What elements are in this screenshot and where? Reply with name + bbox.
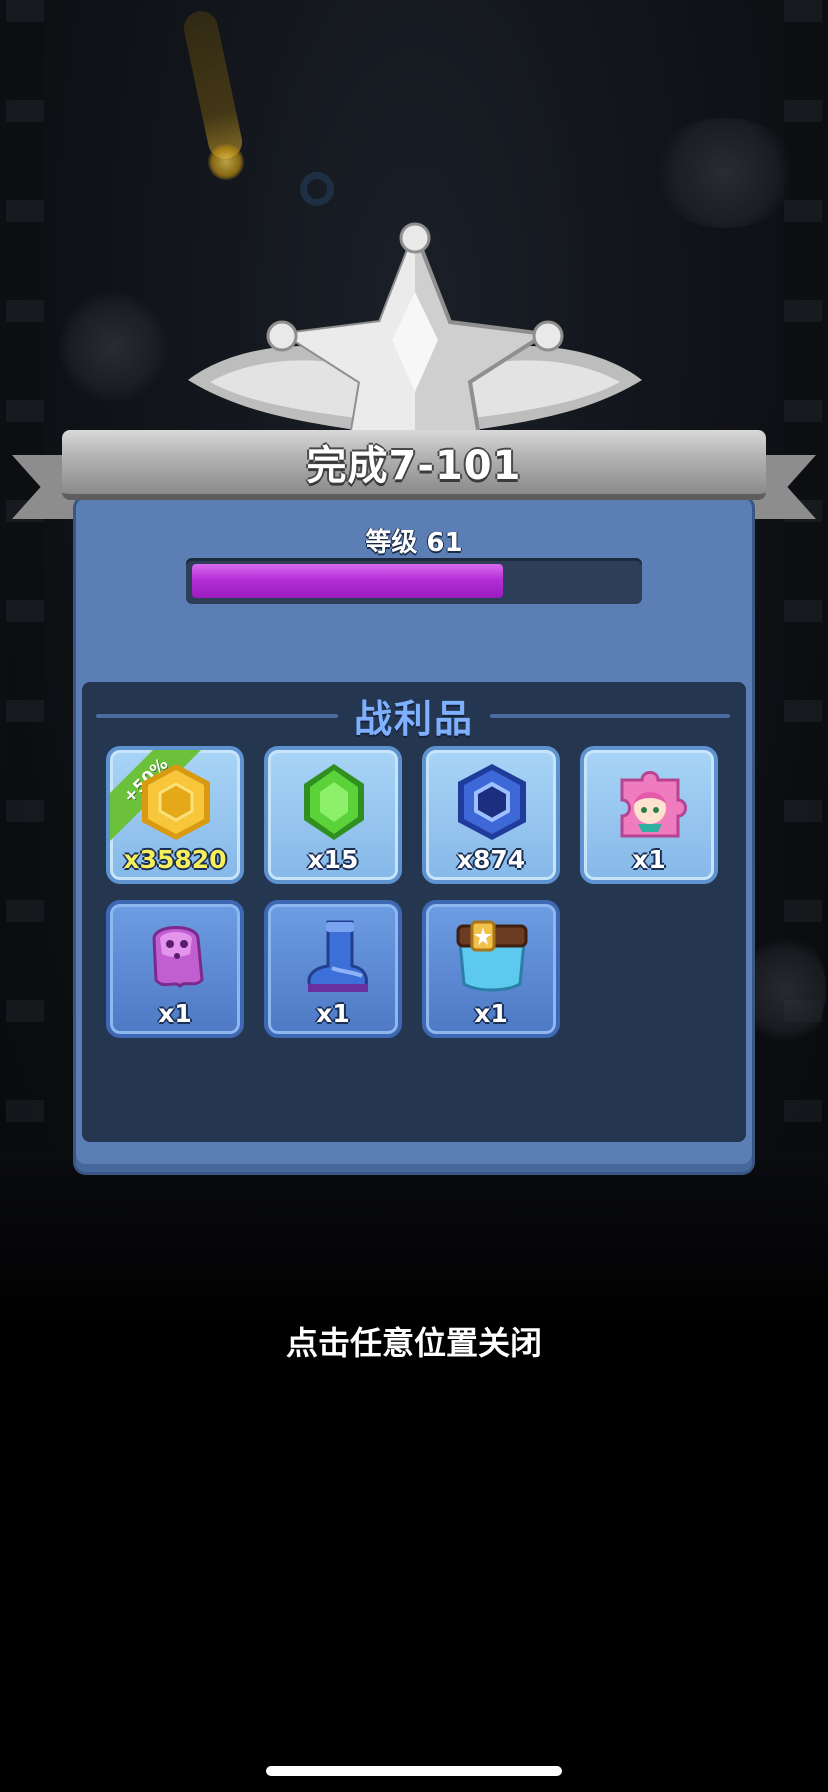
level-progress-bar <box>186 558 642 604</box>
purple-ghost-gear-icon <box>134 914 218 998</box>
tap-anywhere-to-close-hint[interactable]: 点击任意位置关闭 <box>0 1318 828 1364</box>
loot-item-gold[interactable]: +50% x35820 <box>106 746 244 884</box>
home-indicator[interactable] <box>266 1766 562 1776</box>
background-fade <box>0 1150 828 1330</box>
gold-hexagon-coin-icon <box>134 760 218 844</box>
level-progress-fill <box>192 564 503 598</box>
loot-title: 战利品 <box>353 697 474 741</box>
level-label: 等级 61 <box>365 528 463 558</box>
background-rock-cluster <box>650 118 800 228</box>
background-rock-cluster <box>58 292 168 402</box>
loot-item-quantity: x1 <box>316 999 350 1028</box>
star-belt-icon <box>450 914 534 998</box>
loot-item-hero-piece[interactable]: x1 <box>580 746 718 884</box>
blue-boot-icon <box>292 914 376 998</box>
loot-item-quantity: x35820 <box>123 845 227 874</box>
loot-item-quantity: x15 <box>307 845 359 874</box>
loot-item-gear-2[interactable]: x1 <box>264 900 402 1038</box>
background-comet-head <box>208 144 244 180</box>
loot-item-gear-1[interactable]: x1 <box>106 900 244 1038</box>
stage-complete-title: 完成7-101 <box>306 443 522 489</box>
loot-item-token[interactable]: x874 <box>422 746 560 884</box>
background-gear-icon <box>300 172 334 206</box>
loot-item-quantity: x1 <box>158 999 192 1028</box>
green-gem-icon <box>292 760 376 844</box>
background-left-rail <box>6 0 44 1150</box>
title-ribbon: 完成7-101 <box>62 430 766 500</box>
loot-item-quantity: x1 <box>632 845 666 874</box>
background-rock-cluster <box>746 930 826 1050</box>
dim-overlay[interactable] <box>0 1320 828 1792</box>
loot-item-quantity: x874 <box>456 845 526 874</box>
loot-item-gear-3[interactable]: x1 <box>422 900 560 1038</box>
hero-puzzle-piece-icon <box>608 760 692 844</box>
loot-item-quantity: x1 <box>474 999 508 1028</box>
loot-item-gem[interactable]: x15 <box>264 746 402 884</box>
silver-star-badge-icon <box>180 222 650 442</box>
blue-hexagon-token-icon <box>450 760 534 844</box>
